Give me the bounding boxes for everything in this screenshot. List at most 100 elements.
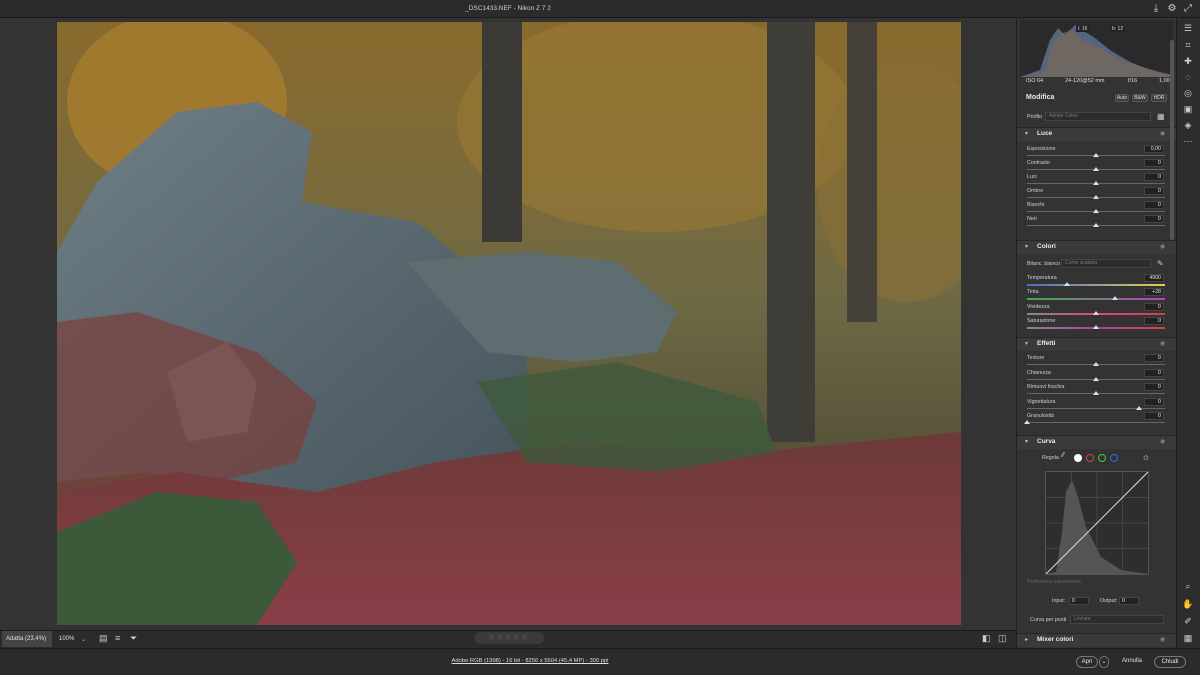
light-slider-thumb[interactable] — [1093, 223, 1099, 227]
light-slider-label: Ombre — [1027, 188, 1044, 194]
iso-value: ISO 64 — [1026, 78, 1044, 84]
zoom-fit-button[interactable]: Adatta (23,4%) — [2, 631, 52, 647]
mask-icon[interactable]: ◌ — [1182, 71, 1194, 83]
colors-slider-value[interactable]: +28 — [1144, 288, 1164, 297]
effects-slider-track[interactable] — [1027, 422, 1165, 423]
heal-icon[interactable]: ✚ — [1182, 55, 1194, 67]
eye-icon[interactable]: ◉ — [1160, 243, 1165, 250]
file-metadata-link[interactable]: Adobe RGB (1998) - 16 bit - 8256 x 5504 … — [380, 658, 680, 664]
gear-icon[interactable]: ⚙ — [1166, 3, 1178, 15]
light-slider-value[interactable]: 0 — [1144, 215, 1164, 223]
zoom-100-button[interactable]: 100% — [59, 631, 74, 647]
panel-scrollbar[interactable] — [1170, 40, 1174, 240]
eye-icon[interactable]: ◉ — [1160, 636, 1165, 643]
open-button[interactable]: Apri — [1076, 656, 1098, 668]
sampler-icon[interactable]: ✐ — [1182, 615, 1194, 627]
chevron-down-icon[interactable]: ▾ — [1025, 243, 1028, 250]
colors-slider-thumb[interactable] — [1064, 282, 1071, 286]
more-options-icon[interactable]: ⋯ — [1182, 135, 1194, 147]
curve-green-channel[interactable] — [1098, 454, 1106, 462]
effects-slider-value[interactable]: 0 — [1144, 412, 1164, 420]
effects-slider-track[interactable] — [1027, 407, 1165, 409]
colors-slider-value[interactable]: 0 — [1144, 316, 1164, 325]
open-options-button[interactable]: ⌄ — [1099, 656, 1109, 668]
chevron-down-icon[interactable]: ⌄ — [81, 636, 86, 643]
filter-icon[interactable]: ⏷ — [130, 633, 137, 644]
photo-preview[interactable] — [57, 22, 961, 625]
effects-slider-value[interactable]: 0 — [1144, 383, 1164, 391]
colors-slider-track[interactable] — [1027, 298, 1165, 301]
parametric-curve-icon[interactable]: ⁄⁄ — [1062, 452, 1064, 459]
light-slider-value[interactable]: 0 — [1144, 187, 1164, 195]
hand-icon[interactable]: ✋ — [1182, 598, 1194, 610]
curve-output-field[interactable]: 0 — [1119, 597, 1139, 605]
target-adjust-icon[interactable]: ⊙ — [1143, 454, 1149, 462]
light-slider-value[interactable]: 0,00 — [1144, 145, 1164, 153]
colors-slider-value[interactable]: 4900 — [1144, 274, 1164, 282]
curve-regola-label: Regola — [1042, 455, 1059, 461]
white-balance-select[interactable]: Come scattata — [1061, 259, 1151, 268]
colors-slider-label: Temperatura — [1027, 275, 1057, 281]
edit-tool-icon[interactable]: ☰ — [1182, 22, 1194, 34]
eye-icon[interactable]: ◉ — [1160, 438, 1165, 445]
effects-slider-thumb[interactable] — [1135, 405, 1142, 410]
crop-icon[interactable]: ⌗ — [1182, 39, 1194, 51]
chevron-down-icon[interactable]: ▾ — [1025, 438, 1028, 445]
snapshot-icon[interactable]: ◈ — [1182, 119, 1194, 131]
light-slider-value[interactable]: 0 — [1144, 173, 1164, 181]
tone-curve-graph[interactable] — [1045, 471, 1149, 575]
light-slider-thumb[interactable] — [1093, 167, 1099, 171]
bw-button[interactable]: B&W — [1132, 94, 1148, 102]
cancel-button[interactable]: Annulla — [1122, 658, 1142, 664]
zoom-icon[interactable]: ⌕ — [1182, 580, 1194, 592]
chevron-down-icon[interactable]: ▾ — [1025, 340, 1028, 347]
light-slider-value[interactable]: 0 — [1144, 159, 1164, 167]
light-slider-value[interactable]: 0 — [1144, 201, 1164, 209]
save-icon[interactable]: ⤓ — [1150, 3, 1162, 15]
hdr-button[interactable]: HDR — [1151, 94, 1167, 102]
eye-icon[interactable]: ◉ — [1160, 130, 1165, 137]
compare-icon[interactable]: ◧ — [982, 633, 991, 644]
profile-select[interactable]: Adobe Colori — [1045, 112, 1151, 121]
curve-white-channel[interactable] — [1074, 454, 1082, 462]
effects-slider-value[interactable]: 0 — [1144, 397, 1164, 406]
effects-slider-thumb[interactable] — [1093, 391, 1099, 395]
colors-slider-thumb[interactable] — [1093, 310, 1099, 315]
light-slider-label: Contrasto — [1027, 160, 1050, 166]
colors-slider-value[interactable]: 0 — [1144, 302, 1164, 311]
light-slider-thumb[interactable] — [1093, 209, 1099, 213]
sort-icon[interactable]: ≡ — [115, 633, 120, 643]
before-after-icon[interactable]: ◫ — [998, 633, 1007, 644]
effects-slider-thumb[interactable] — [1093, 376, 1099, 381]
profile-browser-icon[interactable]: ▦ — [1157, 112, 1165, 121]
effects-slider-value[interactable]: 0 — [1144, 368, 1164, 377]
chevron-right-icon[interactable]: ▸ — [1025, 636, 1028, 643]
auto-button[interactable]: Auto — [1115, 94, 1129, 102]
light-slider-thumb[interactable] — [1093, 153, 1099, 157]
eye-icon[interactable]: ◉ — [1160, 340, 1165, 347]
effects-slider-label: Chiarezza — [1027, 369, 1051, 376]
grid-icon[interactable]: ▦ — [1182, 632, 1194, 644]
profile-label: Profilo — [1027, 114, 1043, 120]
curve-red-channel[interactable] — [1086, 454, 1094, 462]
title-bar: _DSC1433.NEF - Nikon Z 7 2 — [0, 0, 1200, 18]
eyedropper-icon[interactable]: ✎ — [1157, 259, 1164, 268]
chevron-down-icon[interactable]: ▾ — [1025, 130, 1028, 137]
curve-input-field[interactable]: 0 — [1069, 597, 1089, 605]
point-curve-select[interactable]: Lineare — [1070, 615, 1164, 624]
effects-slider-thumb[interactable] — [1093, 362, 1099, 366]
expand-icon[interactable]: ⤢ — [1182, 3, 1194, 15]
curve-blue-channel[interactable] — [1110, 454, 1118, 462]
presets-icon[interactable]: ▣ — [1182, 103, 1194, 115]
light-slider-thumb[interactable] — [1093, 181, 1099, 185]
effects-slider-value[interactable]: 0 — [1144, 354, 1164, 362]
red-eye-icon[interactable]: ◎ — [1182, 87, 1194, 99]
close-button[interactable]: Chiudi — [1154, 656, 1186, 668]
star-rating[interactable]: ☆☆☆☆☆ — [474, 632, 544, 644]
light-slider-thumb[interactable] — [1093, 195, 1099, 199]
filmstrip-icon[interactable]: ▤ — [99, 633, 108, 644]
colors-slider-thumb[interactable] — [1112, 296, 1119, 301]
effects-slider-thumb[interactable] — [1024, 420, 1030, 424]
colors-slider-thumb[interactable] — [1093, 324, 1099, 329]
colors-slider-track[interactable] — [1027, 284, 1165, 286]
